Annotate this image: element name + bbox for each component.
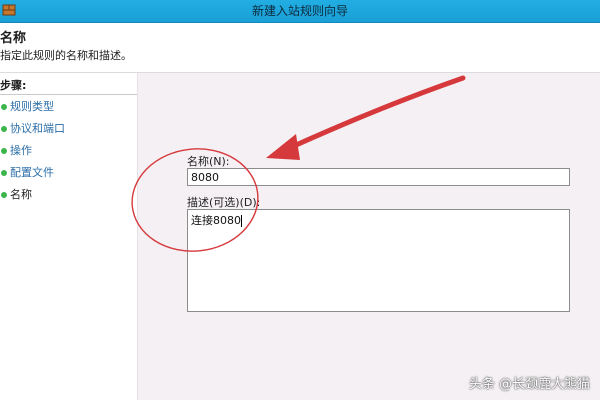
step-status-dot-icon	[1, 126, 7, 132]
name-input[interactable]: 8080	[187, 168, 570, 186]
step-status-dot-icon	[1, 148, 7, 154]
description-textarea[interactable]: 连接8080	[187, 209, 570, 312]
step-label: 规则类型	[10, 100, 54, 113]
step-label: 操作	[10, 144, 32, 157]
steps-panel: 步骤: 规则类型 协议和端口 操作 配置文件 名称	[0, 73, 138, 400]
step-label: 名称	[10, 188, 32, 201]
page-title: 名称	[0, 31, 27, 46]
step-status-dot-icon	[1, 170, 7, 176]
wizard-header: 名称 指定此规则的名称和描述。	[0, 23, 600, 73]
step-label: 协议和端口	[10, 122, 65, 135]
step-status-dot-icon	[1, 104, 7, 110]
name-input-value: 8080	[191, 171, 219, 184]
text-caret-icon	[241, 215, 242, 227]
watermark-text: 头条 @长颈鹿大熊猫	[468, 377, 590, 392]
step-status-dot-icon	[1, 192, 7, 198]
page-description: 指定此规则的名称和描述。	[0, 49, 132, 62]
steps-divider	[0, 94, 137, 95]
step-label: 配置文件	[10, 166, 54, 179]
name-label: 名称(N):	[187, 155, 230, 168]
title-bar: 新建入站规则向导	[0, 0, 600, 23]
window-title: 新建入站规则向导	[251, 4, 348, 18]
description-value: 连接8080	[191, 214, 241, 227]
description-label: 描述(可选)(D):	[187, 196, 261, 209]
steps-heading: 步骤:	[0, 79, 27, 92]
main-panel: 名称(N): 8080 描述(可选)(D): 连接8080	[138, 73, 600, 400]
